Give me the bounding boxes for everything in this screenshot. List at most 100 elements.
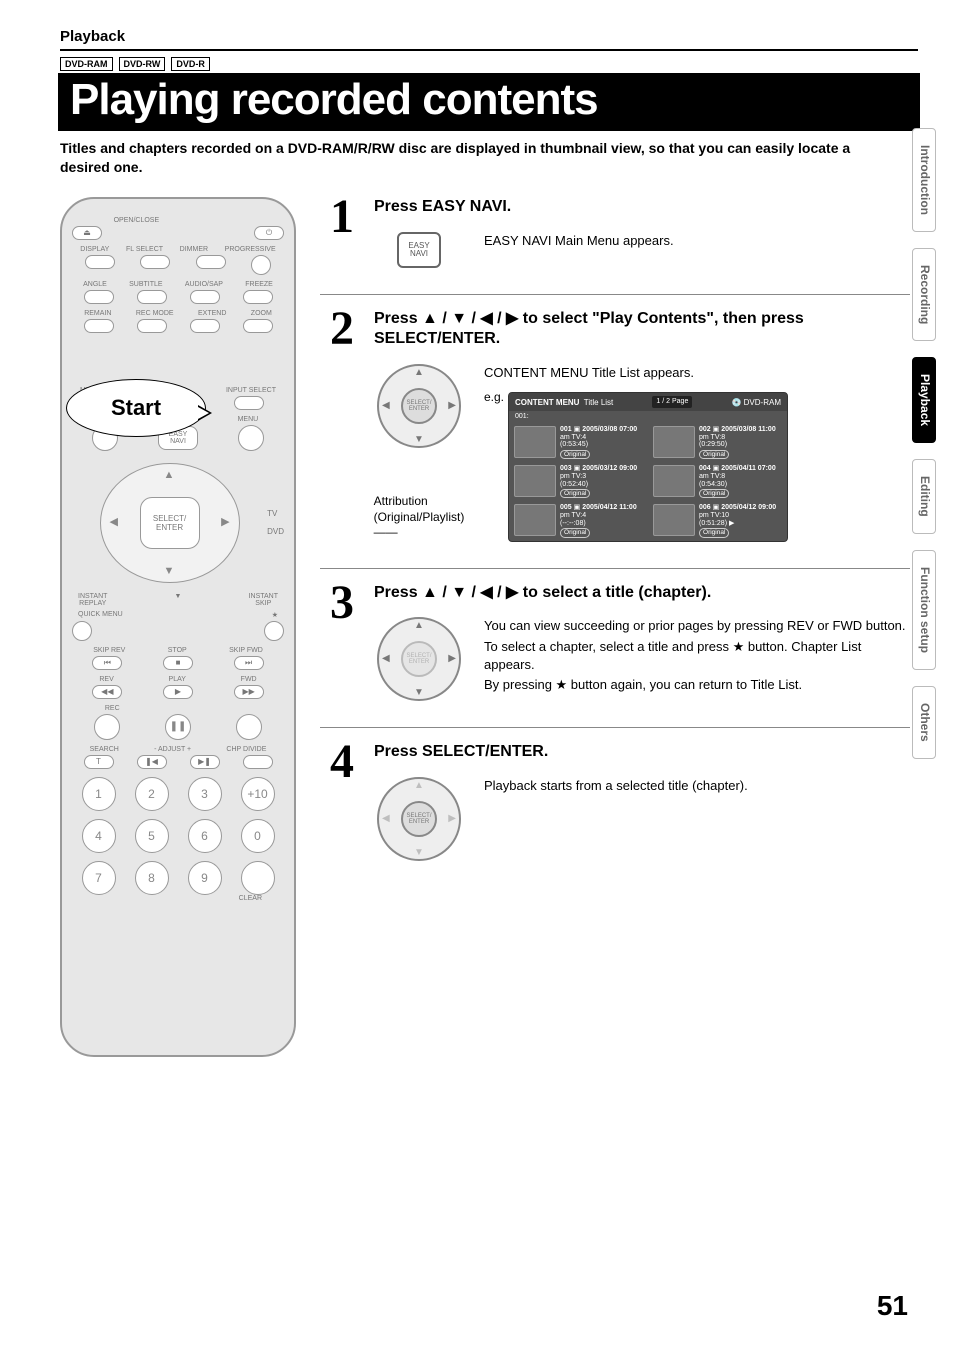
lbl: REC xyxy=(105,705,120,712)
step-desc: You can view succeeding or prior pages b… xyxy=(484,617,910,694)
lbl: AUDIO/SAP xyxy=(185,281,223,288)
stop-icon: ■ xyxy=(163,656,193,670)
btn xyxy=(72,621,92,641)
btn xyxy=(264,621,284,641)
skip-fwd-icon: ⏭ xyxy=(234,656,264,670)
step-1: 1 Press EASY NAVI. EASY NAVI EASY NAVI M… xyxy=(320,197,910,294)
attribution-label: Attribution (Original/Playlist) —— xyxy=(374,494,465,541)
pause-icon: ❚❚ xyxy=(165,714,191,740)
num-key: 1 xyxy=(82,777,116,811)
btn xyxy=(85,255,115,269)
btn xyxy=(238,425,264,451)
btn xyxy=(251,255,271,275)
disc-tags: DVD-RAM DVD-RW DVD-R xyxy=(60,57,918,71)
lbl: - ADJUST + xyxy=(154,746,191,753)
step-title: Press ▲ / ▼ / ◀ / ▶ to select a title (c… xyxy=(374,583,910,604)
lbl: PLAY xyxy=(169,676,186,683)
num-key: 8 xyxy=(135,861,169,895)
step-number: 3 xyxy=(320,583,364,702)
btn: T xyxy=(84,755,114,769)
lbl: CHP DIVIDE xyxy=(226,746,266,753)
disc-tag: DVD-R xyxy=(171,57,210,71)
side-tabs: Introduction Recording Playback Editing … xyxy=(912,128,936,759)
skip-rev-icon: ⏮ xyxy=(92,656,122,670)
title-list-item: 002 ▣ 2005/03/08 11:00pm TV:8(0:29:50)Or… xyxy=(648,423,787,462)
lbl: ANGLE xyxy=(83,281,107,288)
rec-icon xyxy=(94,714,120,740)
side-tab-recording[interactable]: Recording xyxy=(912,248,936,341)
dpad-illustration: SELECT/ ENTER ▲ ▼ ◀ ▶ xyxy=(377,777,461,861)
lbl: EXTEND xyxy=(198,310,226,317)
lbl: DISPLAY xyxy=(80,246,109,253)
title-list-item: 005 ▣ 2005/04/12 11:00pm TV:4(--:--:08)O… xyxy=(509,501,648,540)
lbl: QUICK MENU xyxy=(78,611,123,619)
num-key: 6 xyxy=(188,819,222,853)
step-number: 1 xyxy=(320,197,364,268)
easy-navi-illustration: EASY NAVI xyxy=(397,232,441,268)
btn: ▶❚ xyxy=(190,755,220,769)
number-pad: 1 2 3 +10 4 5 6 0 7 8 9 xyxy=(72,777,284,895)
lbl: ZOOM xyxy=(251,310,272,317)
side-tab-others[interactable]: Others xyxy=(912,686,936,759)
title-list-item: 001 ▣ 2005/03/08 07:00am TV:4(0:53:45)Or… xyxy=(509,423,648,462)
num-key: 0 xyxy=(241,819,275,853)
num-key: 5 xyxy=(135,819,169,853)
num-key: 7 xyxy=(82,861,116,895)
btn xyxy=(243,290,273,304)
power-icon: ⏻ xyxy=(254,226,284,240)
lbl: FWD xyxy=(241,676,257,683)
side-tab-playback[interactable]: Playback xyxy=(912,357,936,443)
btn xyxy=(190,319,220,333)
title-bar: Playing recorded contents xyxy=(58,73,920,131)
lbl: REMAIN xyxy=(84,310,111,317)
dpad-illustration: SELECT/ ENTER ▲ ▼ ◀ ▶ xyxy=(377,617,461,701)
lbl: MENU xyxy=(238,416,259,423)
btn xyxy=(84,319,114,333)
lbl: SKIP FWD xyxy=(229,647,263,654)
title-list-item: 006 ▣ 2005/04/12 09:00pm TV:10(0:51:28) … xyxy=(648,501,787,540)
rule-top xyxy=(60,49,918,51)
eg-label: e.g. xyxy=(484,389,504,406)
btn xyxy=(84,290,114,304)
step-2: 2 Press ▲ / ▼ / ◀ / ▶ to select "Play Co… xyxy=(320,294,910,568)
lbl: INSTANT REPLAY xyxy=(78,593,107,607)
lbl: REC MODE xyxy=(136,310,174,317)
eject-icon: ⏏ xyxy=(72,226,102,240)
btn: ❚◀ xyxy=(137,755,167,769)
btn xyxy=(137,319,167,333)
btn xyxy=(243,755,273,769)
step-number: 2 xyxy=(320,309,364,542)
fwd-icon: ▶▶ xyxy=(234,685,264,699)
section-label: Playback xyxy=(60,28,918,45)
step-title: Press EASY NAVI. xyxy=(374,197,910,218)
step-desc: CONTENT MENU Title List appears. xyxy=(484,364,788,382)
lbl: STOP xyxy=(168,647,187,654)
lbl: PROGRESSIVE xyxy=(225,246,276,253)
lbl: SEARCH xyxy=(90,746,119,753)
dpad: SELECT/ ENTER ▲ ▼ ◀ ▶ xyxy=(100,463,240,583)
step-desc: Playback starts from a selected title (c… xyxy=(484,777,748,795)
disc-tag: DVD-RAM xyxy=(60,57,113,71)
lbl: FL SELECT xyxy=(126,246,163,253)
btn xyxy=(196,255,226,269)
btn xyxy=(236,714,262,740)
side-tab-function-setup[interactable]: Function setup xyxy=(912,550,936,670)
dpad-illustration: SELECT/ ENTER ▲ ▼ ◀ ▶ xyxy=(377,364,461,448)
side-tab-editing[interactable]: Editing xyxy=(912,459,936,534)
num-key: +10 xyxy=(241,777,275,811)
lbl: INSTANT SKIP xyxy=(249,593,278,607)
btn xyxy=(234,396,264,410)
intro-text: Titles and chapters recorded on a DVD-RA… xyxy=(60,139,918,177)
lbl: OPEN/CLOSE xyxy=(114,217,160,224)
num-key: 9 xyxy=(188,861,222,895)
btn xyxy=(243,319,273,333)
clear-label: CLEAR xyxy=(72,895,284,902)
step-title: Press ▲ / ▼ / ◀ / ▶ to select "Play Cont… xyxy=(374,309,910,351)
title-list-example: CONTENT MENU Title List 1 / 2 Page 💿 DVD… xyxy=(508,392,788,541)
btn xyxy=(137,290,167,304)
side-tab-introduction[interactable]: Introduction xyxy=(912,128,936,232)
lbl: TV xyxy=(267,505,284,523)
num-key: 4 xyxy=(82,819,116,853)
start-callout-tail xyxy=(198,405,212,421)
clear-key xyxy=(241,861,275,895)
